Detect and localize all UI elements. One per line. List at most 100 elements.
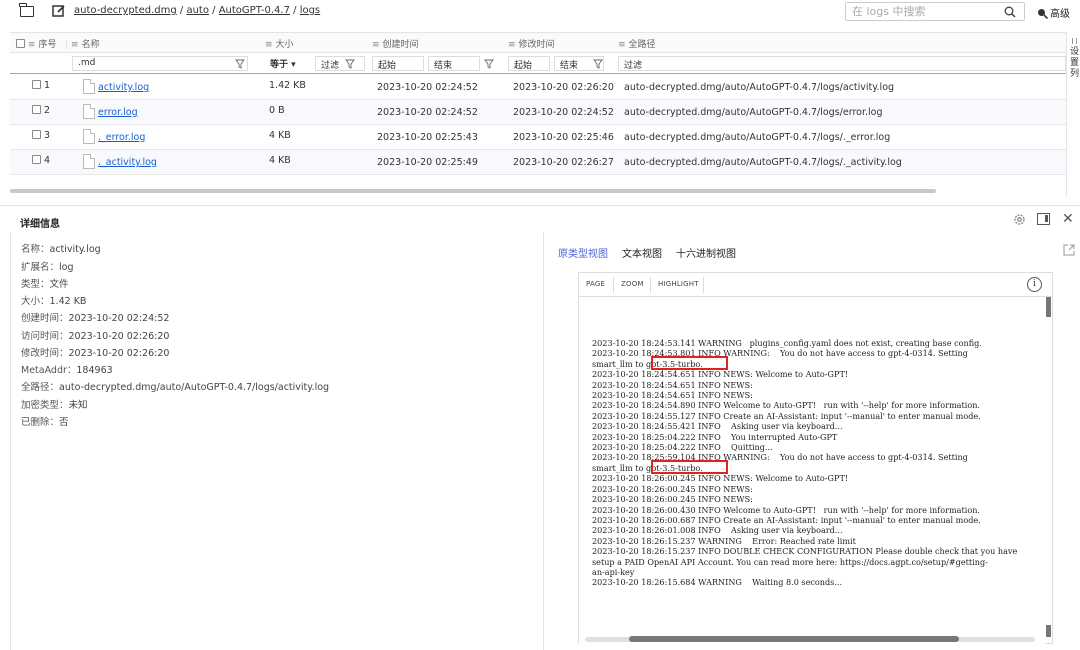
file-name-link[interactable]: error.log [98,107,138,118]
gear-icon[interactable] [1013,213,1026,226]
header-fullpath[interactable]: ≡ 全路径 [618,37,656,50]
modified-time: 2023-10-20 02:26:20 [513,82,614,93]
edit-icon[interactable] [52,4,66,18]
log-viewer: PAGE ZOOM HIGHLIGHT i 2023-10-20 18:24:5… [578,272,1053,644]
filter-icon[interactable] [235,59,245,69]
panel-layout-icon[interactable] [1037,213,1050,225]
header-created[interactable]: ≡ 创建时间 [372,37,419,50]
file-name-link[interactable]: ._activity.log [98,157,157,168]
divider [0,205,1080,206]
toolbar-separator [650,277,651,293]
scrollbar-thumb[interactable] [1046,625,1051,637]
property-row: 已删除：否 [21,417,69,428]
table-row[interactable]: 3 ._error.log 4 KB 2023-10-20 02:25:43 2… [10,125,1066,150]
filter-icon[interactable] [593,59,603,69]
row-checkbox[interactable] [32,130,41,139]
header-size[interactable]: ≡ 大小 [265,37,294,50]
info-icon[interactable]: i [1027,277,1042,292]
file-table: ≡ 序号 | ≡ 名称 ≡ 大小 ≡ 创建时间 ≡ 修改时间 ≡ 全路径 .md 等于 ▾ 过… [10,32,1066,193]
file-size: 1.42 KB [269,80,306,91]
property-row: 访问时间：2023-10-20 02:26:20 [21,331,170,342]
file-size: 0 B [269,105,285,116]
row-checkbox[interactable] [32,80,41,89]
header-name[interactable]: | ≡ 名称 [65,37,100,50]
property-row: 扩展名：log [21,262,74,273]
created-time: 2023-10-20 02:25:43 [377,132,478,143]
filter-row: .md 等于 ▾ 过滤 起始 结束 起始 结束 过滤 [10,53,1066,74]
table-row[interactable]: 4 ._activity.log 4 KB 2023-10-20 02:25:4… [10,150,1066,175]
property-row: 创建时间：2023-10-20 02:24:52 [21,313,170,324]
tab-hex-view[interactable]: 十六进制视图 [676,249,736,260]
breadcrumb-item[interactable]: auto [186,5,209,16]
table-row[interactable]: 2 error.log 0 B 2023-10-20 02:24:52 2023… [10,100,1066,125]
created-time: 2023-10-20 02:24:52 [377,82,478,93]
filter-icon[interactable] [484,59,494,69]
file-icon [83,154,95,169]
search-box [845,2,1025,21]
preview-panel: 原类型视图 文本视图 十六进制视图 PAGE ZOOM HIGHLIGHT i 20… [548,232,1080,650]
breadcrumb-item[interactable]: AutoGPT-0.4.7 [219,5,290,16]
page-button[interactable]: PAGE [586,280,605,288]
breadcrumb-item[interactable]: logs [300,5,320,16]
advanced-search-button[interactable]: 高级 [1037,5,1070,20]
details-title: 详细信息 [20,219,60,230]
header-index[interactable]: ≡ 序号 [16,37,56,50]
external-open-icon[interactable] [1063,244,1075,256]
header-modified[interactable]: ≡ 修改时间 [508,37,555,50]
column-settings-button[interactable]: 设置列 [1066,32,1080,197]
file-name-link[interactable]: ._error.log [98,132,145,143]
property-row: 名称：activity.log [21,244,101,255]
file-icon [83,79,95,94]
breadcrumb: auto-decrypted.dmg / auto / AutoGPT-0.4.… [74,5,321,16]
row-checkbox[interactable] [32,155,41,164]
name-filter-input[interactable]: .md [72,56,248,71]
full-path: auto-decrypted.dmg/auto/AutoGPT-0.4.7/lo… [624,82,895,93]
table-horizontal-scrollbar[interactable] [10,189,936,193]
table-row[interactable]: 1 activity.log 1.42 KB 2023-10-20 02:24:… [10,75,1066,100]
tab-native-view[interactable]: 原类型视图 [558,249,608,260]
search-highlight-box [651,460,728,474]
file-name-link[interactable]: activity.log [98,82,149,93]
full-path: auto-decrypted.dmg/auto/AutoGPT-0.4.7/lo… [624,107,883,118]
created-end-input[interactable]: 结束 [428,56,480,71]
property-row: MetaAddr：184963 [21,365,113,376]
file-icon [83,129,95,144]
created-time: 2023-10-20 02:25:49 [377,157,478,168]
size-filter-input[interactable]: 过滤 [315,56,365,71]
modified-time: 2023-10-20 02:26:27 [513,157,614,168]
toolbar-separator [703,277,704,293]
viewer-vertical-scrollbar[interactable] [1045,297,1052,637]
column-settings-label: 设置列 [1070,47,1080,79]
created-start-input[interactable]: 起始 [372,56,424,71]
search-input[interactable] [852,4,992,19]
column-handle-icon [1072,38,1077,44]
scrollbar-thumb[interactable] [1046,297,1051,317]
size-operator-select[interactable]: 等于 ▾ [265,56,309,71]
search-highlight-box [651,356,728,370]
tab-text-view[interactable]: 文本视图 [622,249,662,260]
search-icon[interactable] [1004,6,1016,18]
breadcrumb-item[interactable]: auto-decrypted.dmg [74,5,177,16]
modified-start-input[interactable]: 起始 [508,56,550,71]
scrollbar-thumb[interactable] [629,636,959,642]
full-path: auto-decrypted.dmg/auto/AutoGPT-0.4.7/lo… [624,157,902,168]
path-filter-input[interactable]: 过滤 [618,56,1066,71]
file-size: 4 KB [269,130,291,141]
zoom-button[interactable]: ZOOM [621,280,644,288]
select-all-checkbox[interactable] [16,39,25,48]
modified-time: 2023-10-20 02:25:46 [513,132,614,143]
full-path: auto-decrypted.dmg/auto/AutoGPT-0.4.7/lo… [624,132,891,143]
property-row: 加密类型：未知 [21,400,88,411]
close-icon[interactable]: ✕ [1062,211,1074,227]
property-row: 修改时间：2023-10-20 02:26:20 [21,348,170,359]
filter-icon[interactable] [345,59,355,69]
highlight-button[interactable]: HIGHLIGHT [658,280,699,288]
row-checkbox[interactable] [32,105,41,114]
viewer-horizontal-scrollbar[interactable] [579,635,1045,644]
toolbar-separator [613,277,614,293]
property-row: 大小：1.42 KB [21,296,87,307]
property-row: 类型：文件 [21,279,69,290]
file-icon [83,104,95,119]
table-header: ≡ 序号 | ≡ 名称 ≡ 大小 ≡ 创建时间 ≡ 修改时间 ≡ 全路径 [10,32,1066,53]
folder-icon[interactable] [19,3,34,17]
